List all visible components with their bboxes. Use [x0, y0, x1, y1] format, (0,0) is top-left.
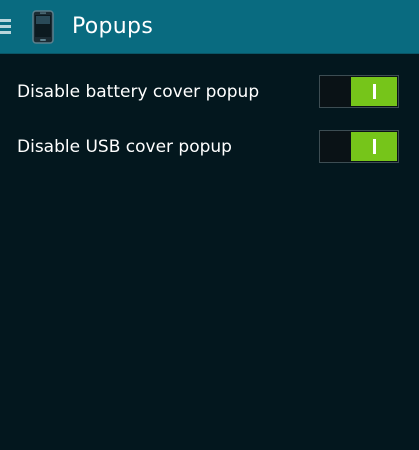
action-bar: Popups	[0, 0, 419, 54]
app-screen: Popups Disable battery cover popup Disab…	[0, 0, 419, 450]
setting-row-usb-cover[interactable]: Disable USB cover popup	[0, 109, 419, 164]
battery-cover-toggle[interactable]	[319, 75, 399, 108]
toggle-on-knob	[351, 77, 397, 106]
setting-label-battery-cover: Disable battery cover popup	[17, 82, 260, 102]
usb-cover-toggle[interactable]	[319, 130, 399, 163]
setting-row-battery-cover[interactable]: Disable battery cover popup	[0, 54, 419, 109]
setting-label-usb-cover: Disable USB cover popup	[17, 137, 232, 157]
phone-cover-icon[interactable]	[32, 10, 54, 44]
hamburger-menu-icon[interactable]	[0, 19, 12, 35]
settings-list: Disable battery cover popup Disable USB …	[0, 54, 419, 164]
page-title: Popups	[72, 14, 154, 39]
toggle-on-knob	[351, 132, 397, 161]
